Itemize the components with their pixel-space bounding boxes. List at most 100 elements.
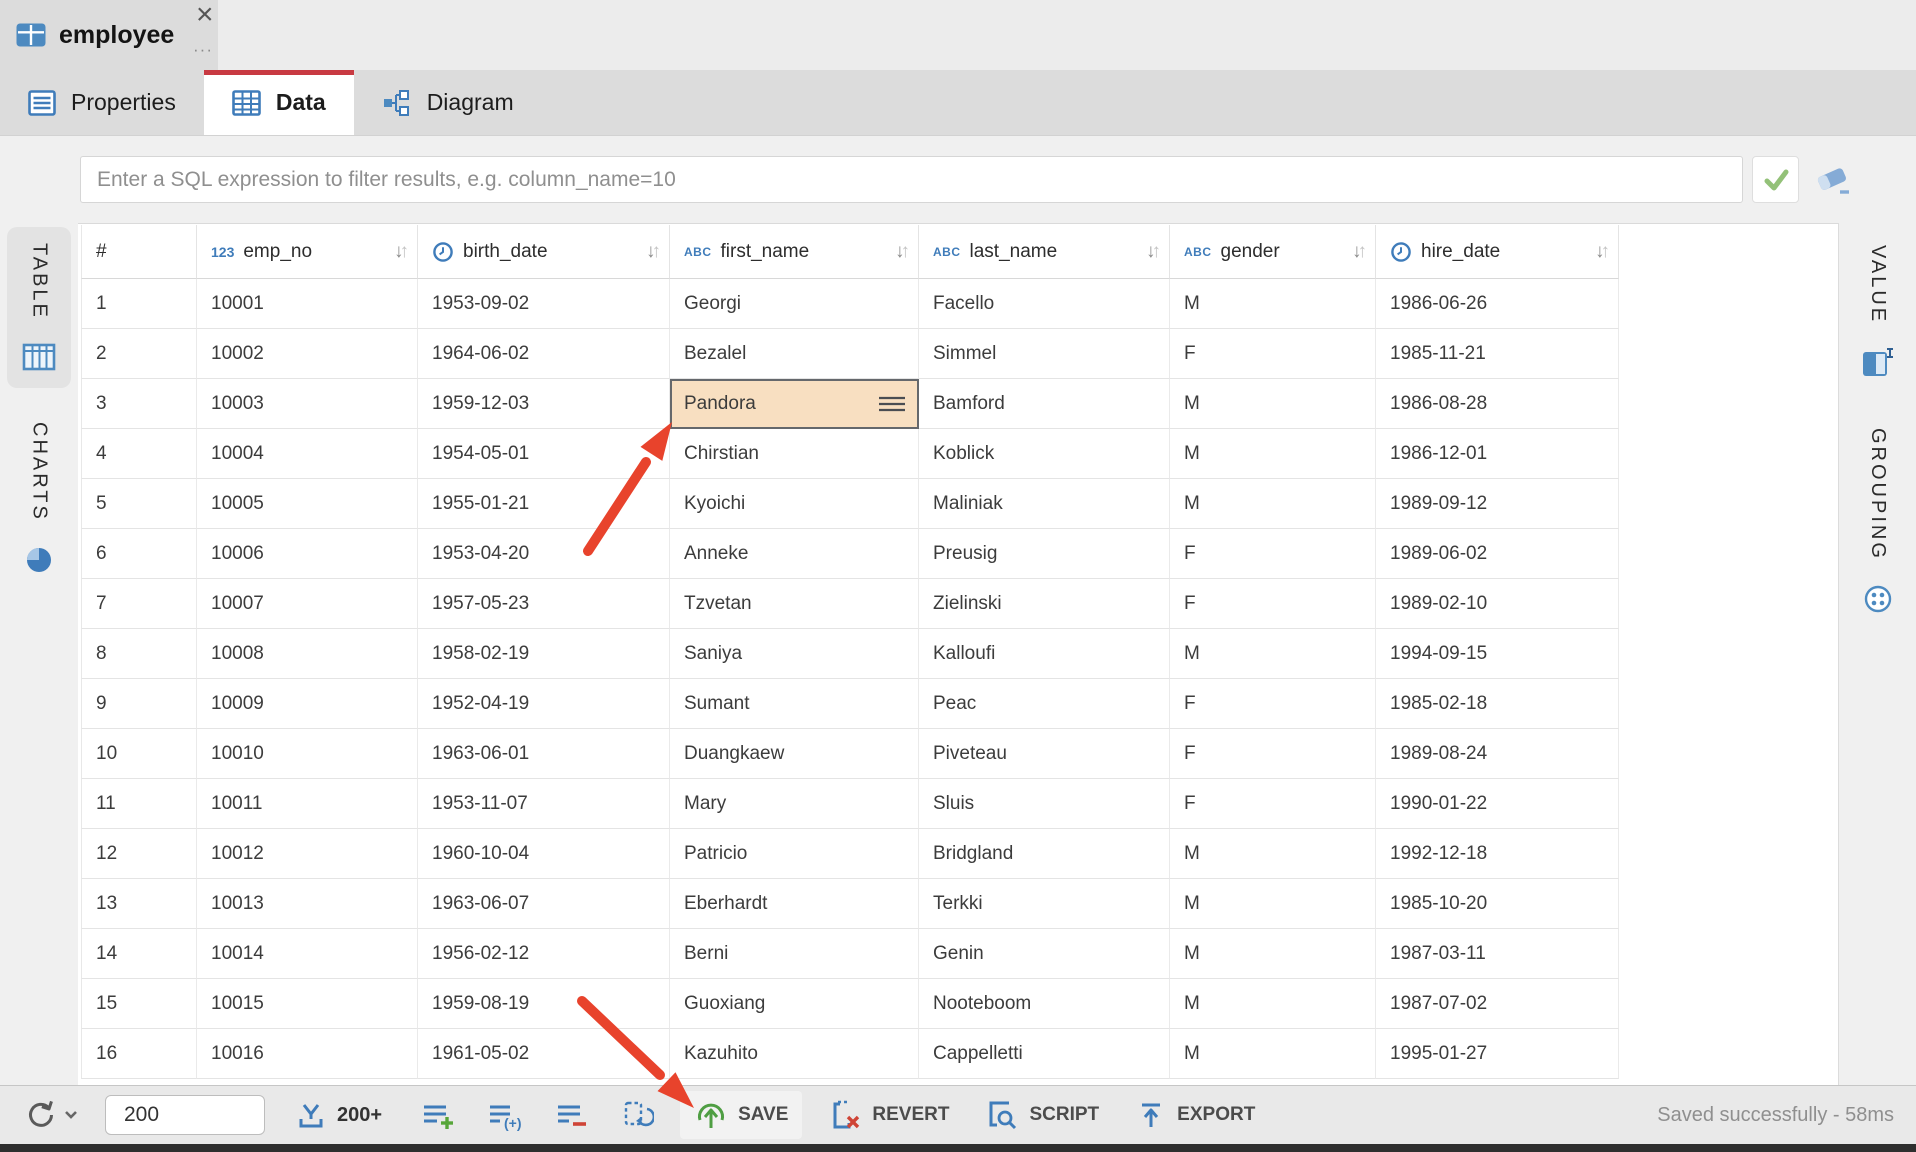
cell-row_num[interactable]: 5 (81, 479, 197, 529)
cell-emp_no[interactable]: 10012 (197, 829, 418, 879)
cell-emp_no[interactable]: 10008 (197, 629, 418, 679)
panel-tab-table[interactable]: TABLE (7, 227, 71, 388)
cell-first_name[interactable]: Sumant (670, 679, 919, 729)
cell-first_name[interactable]: Bezalel (670, 329, 919, 379)
cell-hire_date[interactable]: 1986-12-01 (1376, 429, 1619, 479)
column-header-row_num[interactable]: # (81, 225, 197, 279)
cell-row_num[interactable]: 2 (81, 329, 197, 379)
cell-last_name[interactable]: Maliniak (919, 479, 1170, 529)
save-button[interactable]: SAVE (680, 1091, 802, 1139)
panel-tab-charts[interactable]: CHARTS (23, 406, 55, 592)
cell-gender[interactable]: F (1170, 779, 1376, 829)
cell-gender[interactable]: M (1170, 279, 1376, 329)
cell-emp_no[interactable]: 10011 (197, 779, 418, 829)
cell-birth_date[interactable]: 1955-01-21 (418, 479, 670, 529)
filter-input[interactable] (80, 156, 1743, 203)
cell-birth_date[interactable]: 1954-05-01 (418, 429, 670, 479)
cell-birth_date[interactable]: 1956-02-12 (418, 929, 670, 979)
cell-last_name[interactable]: Facello (919, 279, 1170, 329)
cell-row_num[interactable]: 7 (81, 579, 197, 629)
cell-birth_date[interactable]: 1953-09-02 (418, 279, 670, 329)
cell-gender[interactable]: F (1170, 329, 1376, 379)
cell-last_name[interactable]: Bamford (919, 379, 1170, 429)
tab-diagram[interactable]: Diagram (354, 70, 542, 135)
cell-birth_date[interactable]: 1959-08-19 (418, 979, 670, 1029)
add-row-icon[interactable] (422, 1099, 456, 1131)
duplicate-row-icon[interactable]: (+) (488, 1099, 524, 1131)
cell-emp_no[interactable]: 10006 (197, 529, 418, 579)
cell-first_name[interactable]: Georgi (670, 279, 919, 329)
fetch-all-button[interactable]: 200+ (295, 1099, 382, 1131)
cell-first_name[interactable]: Berni (670, 929, 919, 979)
column-header-first_name[interactable]: ABCfirst_name↓↑ (670, 225, 919, 279)
cell-first_name[interactable]: Anneke (670, 529, 919, 579)
cell-birth_date[interactable]: 1957-05-23 (418, 579, 670, 629)
cell-gender[interactable]: M (1170, 979, 1376, 1029)
cell-row_num[interactable]: 15 (81, 979, 197, 1029)
cell-last_name[interactable]: Cappelletti (919, 1029, 1170, 1079)
sort-icon[interactable]: ↓↑ (1146, 241, 1161, 263)
cell-row_num[interactable]: 6 (81, 529, 197, 579)
export-button[interactable]: EXPORT (1135, 1099, 1255, 1131)
cell-gender[interactable]: F (1170, 679, 1376, 729)
cell-hire_date[interactable]: 1990-01-22 (1376, 779, 1619, 829)
cell-hire_date[interactable]: 1989-02-10 (1376, 579, 1619, 629)
cell-gender[interactable]: F (1170, 529, 1376, 579)
cell-gender[interactable]: M (1170, 479, 1376, 529)
cell-row_num[interactable]: 12 (81, 829, 197, 879)
cell-last_name[interactable]: Bridgland (919, 829, 1170, 879)
cell-hire_date[interactable]: 1989-06-02 (1376, 529, 1619, 579)
cell-row_num[interactable]: 3 (81, 379, 197, 429)
column-header-last_name[interactable]: ABClast_name↓↑ (919, 225, 1170, 279)
cell-emp_no[interactable]: 10013 (197, 879, 418, 929)
editor-tab-employee[interactable]: employee × ··· (0, 0, 218, 70)
cell-hire_date[interactable]: 1992-12-18 (1376, 829, 1619, 879)
close-icon[interactable]: × (196, 0, 214, 30)
cell-last_name[interactable]: Kalloufi (919, 629, 1170, 679)
cell-hire_date[interactable]: 1985-11-21 (1376, 329, 1619, 379)
cell-birth_date[interactable]: 1953-11-07 (418, 779, 670, 829)
cell-emp_no[interactable]: 10002 (197, 329, 418, 379)
cell-gender[interactable]: F (1170, 729, 1376, 779)
cell-gender[interactable]: M (1170, 879, 1376, 929)
cell-first_name[interactable]: Saniya (670, 629, 919, 679)
cell-hire_date[interactable]: 1995-01-27 (1376, 1029, 1619, 1079)
cell-gender[interactable]: F (1170, 579, 1376, 629)
sort-icon[interactable]: ↓↑ (1595, 241, 1610, 263)
panel-tab-grouping[interactable]: GROUPING (1862, 412, 1894, 631)
cell-hire_date[interactable]: 1985-10-20 (1376, 879, 1619, 929)
cell-row_num[interactable]: 10 (81, 729, 197, 779)
cell-row_num[interactable]: 8 (81, 629, 197, 679)
cell-emp_no[interactable]: 10007 (197, 579, 418, 629)
revert-button[interactable]: REVERT (828, 1098, 949, 1132)
cell-last_name[interactable]: Genin (919, 929, 1170, 979)
column-header-gender[interactable]: ABCgender↓↑ (1170, 225, 1376, 279)
cell-hire_date[interactable]: 1989-08-24 (1376, 729, 1619, 779)
cell-birth_date[interactable]: 1964-06-02 (418, 329, 670, 379)
sort-icon[interactable]: ↓↑ (394, 241, 409, 263)
row-edit-menu-icon[interactable] (879, 396, 905, 412)
cell-row_num[interactable]: 13 (81, 879, 197, 929)
cell-gender[interactable]: M (1170, 429, 1376, 479)
cell-hire_date[interactable]: 1987-03-11 (1376, 929, 1619, 979)
cell-birth_date[interactable]: 1958-02-19 (418, 629, 670, 679)
cell-last_name[interactable]: Peac (919, 679, 1170, 729)
cell-gender[interactable]: M (1170, 1029, 1376, 1079)
cell-emp_no[interactable]: 10016 (197, 1029, 418, 1079)
cell-first_name[interactable]: Eberhardt (670, 879, 919, 929)
cell-last_name[interactable]: Preusig (919, 529, 1170, 579)
cell-emp_no[interactable]: 10003 (197, 379, 418, 429)
cell-last_name[interactable]: Zielinski (919, 579, 1170, 629)
fetch-size-input[interactable] (105, 1095, 265, 1135)
cell-last_name[interactable]: Sluis (919, 779, 1170, 829)
sort-icon[interactable]: ↓↑ (895, 241, 910, 263)
cell-emp_no[interactable]: 10009 (197, 679, 418, 729)
cell-row_num[interactable]: 11 (81, 779, 197, 829)
cell-hire_date[interactable]: 1987-07-02 (1376, 979, 1619, 1029)
cell-emp_no[interactable]: 10004 (197, 429, 418, 479)
cell-birth_date[interactable]: 1963-06-07 (418, 879, 670, 929)
cell-gender[interactable]: M (1170, 929, 1376, 979)
cell-first_name[interactable]: Chirstian (670, 429, 919, 479)
cell-hire_date[interactable]: 1994-09-15 (1376, 629, 1619, 679)
cell-last_name[interactable]: Simmel (919, 329, 1170, 379)
